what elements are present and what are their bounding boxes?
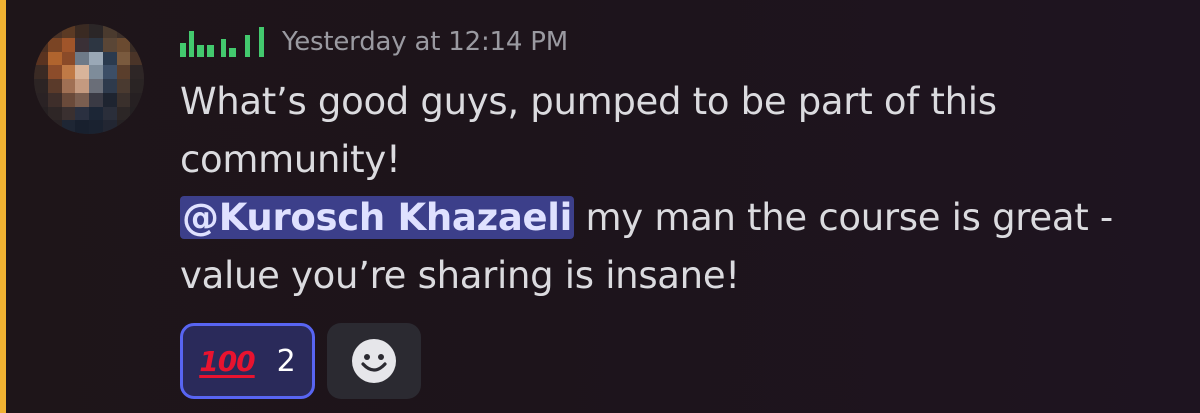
message-text-line: What’s good guys, pumped to be part of t… bbox=[180, 80, 997, 181]
reaction-hundred-points[interactable]: 100 2 bbox=[180, 323, 315, 399]
user-mention[interactable]: @Kurosch Khazaeli bbox=[180, 196, 575, 239]
message-text-line: @Kurosch Khazaeli my man the course is g… bbox=[180, 189, 1140, 305]
author-name[interactable] bbox=[180, 27, 264, 57]
hundred-points-icon: 100 bbox=[199, 344, 255, 378]
avatar[interactable] bbox=[34, 24, 144, 134]
message-header: Yesterday at 12:14 PM bbox=[180, 22, 568, 62]
smiley-face-icon bbox=[352, 339, 396, 383]
reaction-count: 2 bbox=[276, 343, 296, 379]
pixelated-avatar-image bbox=[34, 24, 144, 134]
chat-message: Yesterday at 12:14 PM What’s good guys, … bbox=[0, 0, 1200, 413]
add-reaction-button[interactable] bbox=[327, 323, 421, 399]
message-content: What’s good guys, pumped to be part of t… bbox=[180, 73, 1140, 305]
message-timestamp[interactable]: Yesterday at 12:14 PM bbox=[282, 27, 568, 57]
reactions-bar: 100 2 bbox=[180, 323, 421, 399]
